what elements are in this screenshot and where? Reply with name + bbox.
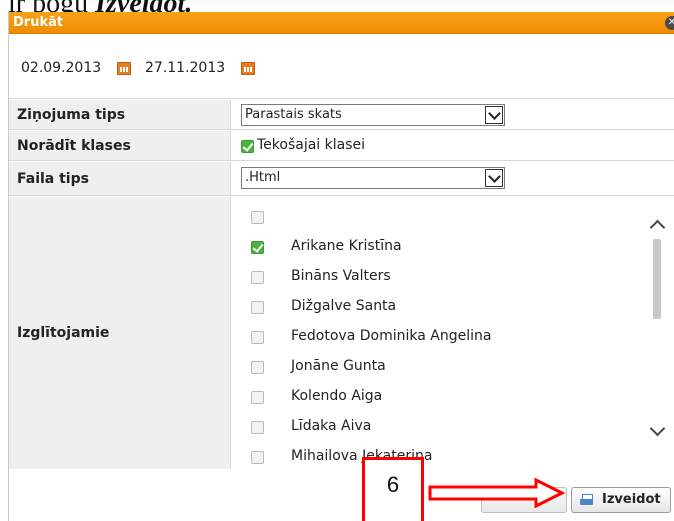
dialog-title: Drukāt bbox=[13, 15, 64, 30]
student-name: Līdaka Aiva bbox=[291, 418, 372, 434]
classes-label-cell: Norādīt klases bbox=[9, 131, 231, 160]
date-from[interactable]: 02.09.2013 bbox=[21, 60, 101, 76]
file-type-label: Faila tips bbox=[17, 171, 89, 187]
students-label-cell: Izglītojamie bbox=[9, 197, 231, 469]
student-name: Arikane Kristīna bbox=[291, 238, 402, 254]
student-checkbox[interactable] bbox=[251, 331, 264, 344]
chevron-down-icon[interactable] bbox=[485, 169, 503, 187]
student-checkbox[interactable] bbox=[251, 361, 264, 374]
date-to[interactable]: 27.11.2013 bbox=[145, 60, 225, 76]
step-number: 6 bbox=[386, 472, 400, 497]
scrollbar-thumb[interactable] bbox=[653, 239, 661, 319]
student-checkbox[interactable] bbox=[251, 301, 264, 314]
student-name: Kolendo Aiga bbox=[291, 388, 383, 404]
scroll-up-icon[interactable] bbox=[649, 217, 665, 233]
file-type-value: .Html bbox=[245, 170, 281, 185]
chevron-down-icon[interactable] bbox=[485, 106, 503, 124]
report-type-label-cell: Ziņojuma tips bbox=[9, 100, 231, 129]
callout-arrow-icon bbox=[428, 478, 566, 508]
student-checkbox[interactable] bbox=[251, 421, 264, 434]
student-name: Bināns Valters bbox=[291, 268, 391, 284]
calendar-icon[interactable] bbox=[241, 62, 255, 75]
report-type-row: Ziņojuma tips Parastais skats bbox=[9, 100, 674, 130]
student-checkbox[interactable] bbox=[251, 241, 264, 254]
close-icon[interactable]: ✕ bbox=[665, 16, 674, 30]
student-name: Jonāne Gunta bbox=[291, 358, 386, 374]
printer-icon bbox=[580, 494, 593, 506]
date-range-row: 02.09.2013 27.11.2013 bbox=[9, 35, 674, 99]
scroll-down-icon[interactable] bbox=[649, 423, 665, 439]
students-label: Izglītojamie bbox=[17, 325, 110, 341]
report-type-select[interactable]: Parastais skats bbox=[241, 104, 505, 126]
classes-option-label: Tekošajai klasei bbox=[257, 137, 366, 153]
classes-checkbox[interactable] bbox=[241, 140, 254, 153]
student-name: Dižgalve Santa bbox=[291, 298, 397, 314]
file-type-label-cell: Faila tips bbox=[9, 162, 231, 195]
student-checkbox[interactable] bbox=[251, 211, 264, 224]
student-checkbox[interactable] bbox=[251, 451, 264, 464]
classes-label: Norādīt klases bbox=[17, 138, 131, 154]
dialog-titlebar[interactable]: Drukāt ✕ bbox=[9, 12, 674, 34]
file-type-select[interactable]: .Html bbox=[241, 167, 505, 189]
student-name: Fedotova Dominika Angelina bbox=[291, 328, 492, 344]
print-dialog: Drukāt ✕ 02.09.2013 27.11.2013 Ziņojuma … bbox=[8, 12, 674, 521]
report-type-value: Parastais skats bbox=[245, 107, 342, 122]
calendar-icon[interactable] bbox=[117, 62, 131, 75]
step-callout: 6 bbox=[362, 457, 424, 521]
create-button[interactable]: Izveidot bbox=[571, 487, 671, 513]
create-button-label: Izveidot bbox=[602, 492, 661, 507]
file-type-row: Faila tips .Html bbox=[9, 162, 674, 196]
classes-row: Norādīt klases Tekošajai klasei bbox=[9, 131, 674, 161]
students-list[interactable]: Arikane Kristīna Bināns Valters Dižgalve… bbox=[233, 197, 674, 469]
report-type-label: Ziņojuma tips bbox=[17, 107, 126, 123]
dialog-footer: Izveidot bbox=[9, 479, 674, 521]
student-checkbox[interactable] bbox=[251, 271, 264, 284]
student-checkbox[interactable] bbox=[251, 391, 264, 404]
students-row: Izglītojamie Arikane Kristīna Bināns Val… bbox=[9, 197, 674, 469]
